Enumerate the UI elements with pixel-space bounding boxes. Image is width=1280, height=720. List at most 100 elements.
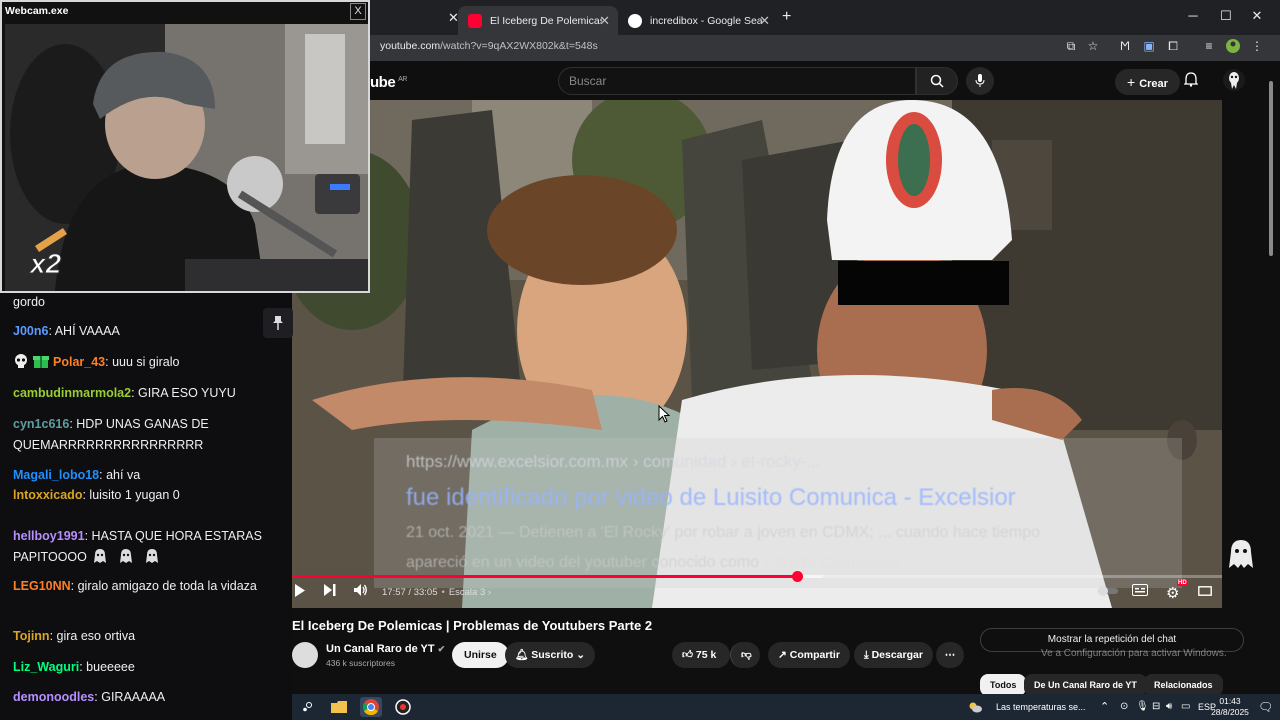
channel-name[interactable]: Un Canal Raro de YT ✔	[326, 643, 445, 655]
bell-icon: 🔔︎	[515, 649, 529, 661]
video-title: El Iceberg De Polemicas | Problemas de Y…	[292, 618, 653, 633]
cast-icon[interactable]: ⧉	[1062, 39, 1080, 54]
volume-icon	[354, 584, 367, 596]
dislike-button[interactable]: 👎︎	[730, 642, 760, 668]
tray-microphone-icon[interactable]: 🎙︎	[1136, 701, 1149, 712]
chat-username[interactable]: hellboy1991	[13, 529, 85, 543]
duration: 33:05	[413, 587, 438, 598]
chat-username[interactable]: Polar_43	[53, 355, 105, 369]
weather-icon[interactable]	[964, 697, 986, 717]
tray-app-icon[interactable]: ⊙	[1120, 701, 1128, 712]
gift-badge-icon	[33, 353, 49, 369]
taskbar-steam-icon[interactable]	[296, 697, 318, 717]
tab-google-search[interactable]: incredibox - Google Search ✕	[618, 6, 778, 35]
player-controls: 17:57 / 33:05 • Escala 3 › ⚙ HD	[292, 570, 1222, 608]
theater-mode-button[interactable]	[1198, 584, 1212, 599]
chat-username[interactable]: lntoxxicado	[13, 488, 82, 502]
play-button[interactable]	[294, 584, 306, 600]
share-icon: ↗	[778, 649, 787, 661]
page-scrollbar[interactable]	[1268, 61, 1274, 681]
chip-channel[interactable]: De Un Canal Raro de YT	[1024, 674, 1147, 696]
download-button[interactable]: ⤓ Descargar	[854, 642, 933, 668]
account-avatar[interactable]	[1223, 69, 1245, 91]
voice-search-button[interactable]	[966, 67, 994, 95]
progress-played	[292, 575, 797, 578]
next-button[interactable]	[324, 584, 336, 599]
subscribed-label: Suscrito	[531, 649, 574, 661]
translate-icon[interactable]: ▣	[1140, 39, 1158, 53]
chat-message: Tojinn: gira eso ortiva	[13, 626, 283, 647]
progress-scrubber[interactable]	[791, 571, 803, 582]
extensions-puzzle-icon[interactable]: ⧠	[1164, 39, 1182, 54]
clock-date[interactable]: 28/8/2025	[1209, 707, 1251, 717]
notification-center-icon[interactable]: 🗨︎	[1258, 700, 1273, 714]
webcam-window: Webcam.exe X x2	[0, 0, 370, 293]
tray-battery-icon[interactable]: ▭	[1181, 701, 1190, 712]
video-player[interactable]: https://www.excelsior.com.mx › comunidad…	[292, 100, 1222, 608]
url-field[interactable]: youtube.com/watch?v=9qAX2WX802k&t=548s	[380, 40, 598, 52]
share-button[interactable]: ↗ Compartir	[768, 642, 850, 668]
tray-volume-icon[interactable]: 🔊︎	[1166, 701, 1172, 712]
chat-message: LEG10NN: giralo amigazo de toda la vidaz…	[13, 576, 283, 597]
youtube-logo-text: ube	[370, 74, 396, 91]
maximize-icon[interactable]: ☐	[1211, 8, 1241, 24]
close-tab-icon[interactable]: ✕	[448, 10, 459, 26]
window-close-icon[interactable]: ✕	[1242, 8, 1272, 24]
chat-username[interactable]: Liz_Waguri	[13, 660, 79, 674]
like-button[interactable]: 👍︎ 75 k	[672, 642, 730, 668]
progress-bar[interactable]	[292, 571, 1222, 582]
autoplay-toggle[interactable]	[1098, 584, 1118, 599]
create-button[interactable]: + Crear	[1115, 69, 1180, 95]
tray-chevron-up-icon[interactable]: ⌃	[1100, 700, 1109, 713]
youtube-logo[interactable]: ube AR	[370, 74, 407, 91]
taskbar-obs-icon[interactable]	[392, 697, 414, 717]
tab-youtube-video[interactable]: El Iceberg De Polemicas | Problemas de Y…	[458, 6, 618, 35]
weather-text[interactable]: Las temperaturas se...	[996, 702, 1086, 712]
chat-username[interactable]: cyn1c616	[13, 417, 69, 431]
search-input[interactable]: Buscar	[558, 67, 916, 95]
overlay-url: https://www.excelsior.com.mx › comunidad…	[406, 452, 821, 471]
subscribed-button[interactable]: 🔔︎ Suscrito ⌄	[505, 642, 596, 668]
chat-text: giralo amigazo de toda la vidaza	[77, 579, 257, 593]
close-tab-icon[interactable]: ✕	[599, 13, 610, 29]
play-icon	[295, 584, 305, 597]
settings-button[interactable]: ⚙ HD	[1166, 580, 1188, 602]
chat-username[interactable]: Magali_lobo18	[13, 468, 99, 482]
join-button[interactable]: Unirse	[452, 642, 509, 668]
autoplay-toggle-icon	[1098, 586, 1118, 596]
volume-button[interactable]	[354, 584, 368, 599]
clock-time[interactable]: 01:43	[1213, 696, 1247, 706]
chip-related[interactable]: Relacionados	[1144, 674, 1223, 696]
extension-m-icon[interactable]: Ϻ	[1116, 39, 1134, 53]
settings-gear-icon: ⚙	[1166, 585, 1180, 602]
notifications-bell-icon[interactable]	[1183, 72, 1199, 90]
chip-todos[interactable]: Todos	[980, 674, 1027, 696]
subtitles-button[interactable]	[1132, 584, 1148, 599]
more-actions-button[interactable]: ⋯	[936, 642, 964, 668]
profile-icon[interactable]	[1224, 39, 1242, 56]
chat-username[interactable]: cambudinmarmola2	[13, 386, 131, 400]
minimize-icon[interactable]: ─	[1178, 8, 1208, 23]
taskbar-chrome-icon[interactable]	[360, 697, 382, 717]
new-tab-button[interactable]: +	[782, 8, 791, 26]
chapter-label[interactable]: Escala 3	[449, 587, 485, 598]
bookmark-star-icon[interactable]: ☆	[1084, 39, 1102, 53]
taskbar-file-explorer-icon[interactable]	[328, 697, 350, 717]
close-tab-icon[interactable]: ✕	[759, 13, 770, 29]
google-favicon-icon	[628, 13, 642, 28]
chat-username[interactable]: LEG10NN	[13, 579, 71, 593]
browser-menu-icon[interactable]: ⋮	[1248, 39, 1266, 53]
chevron-down-icon: ⌄	[576, 649, 586, 661]
media-controls-icon[interactable]: ≡	[1200, 39, 1218, 53]
channel-name-text: Un Canal Raro de YT	[326, 643, 435, 655]
chat-username[interactable]: demonoodles	[13, 690, 94, 704]
channel-avatar[interactable]	[292, 642, 318, 668]
webcam-close-button[interactable]: X	[350, 3, 366, 20]
tray-network-icon[interactable]: ⊟	[1152, 701, 1160, 712]
chat-username[interactable]: Tojinn	[13, 629, 50, 643]
search-button[interactable]	[916, 67, 958, 95]
chat-message: Polar_43: uuu si giralo	[13, 352, 283, 373]
chat-username[interactable]: J00n6	[13, 324, 48, 338]
ghost-sticker	[1226, 538, 1256, 575]
skull-badge-icon	[13, 353, 29, 369]
